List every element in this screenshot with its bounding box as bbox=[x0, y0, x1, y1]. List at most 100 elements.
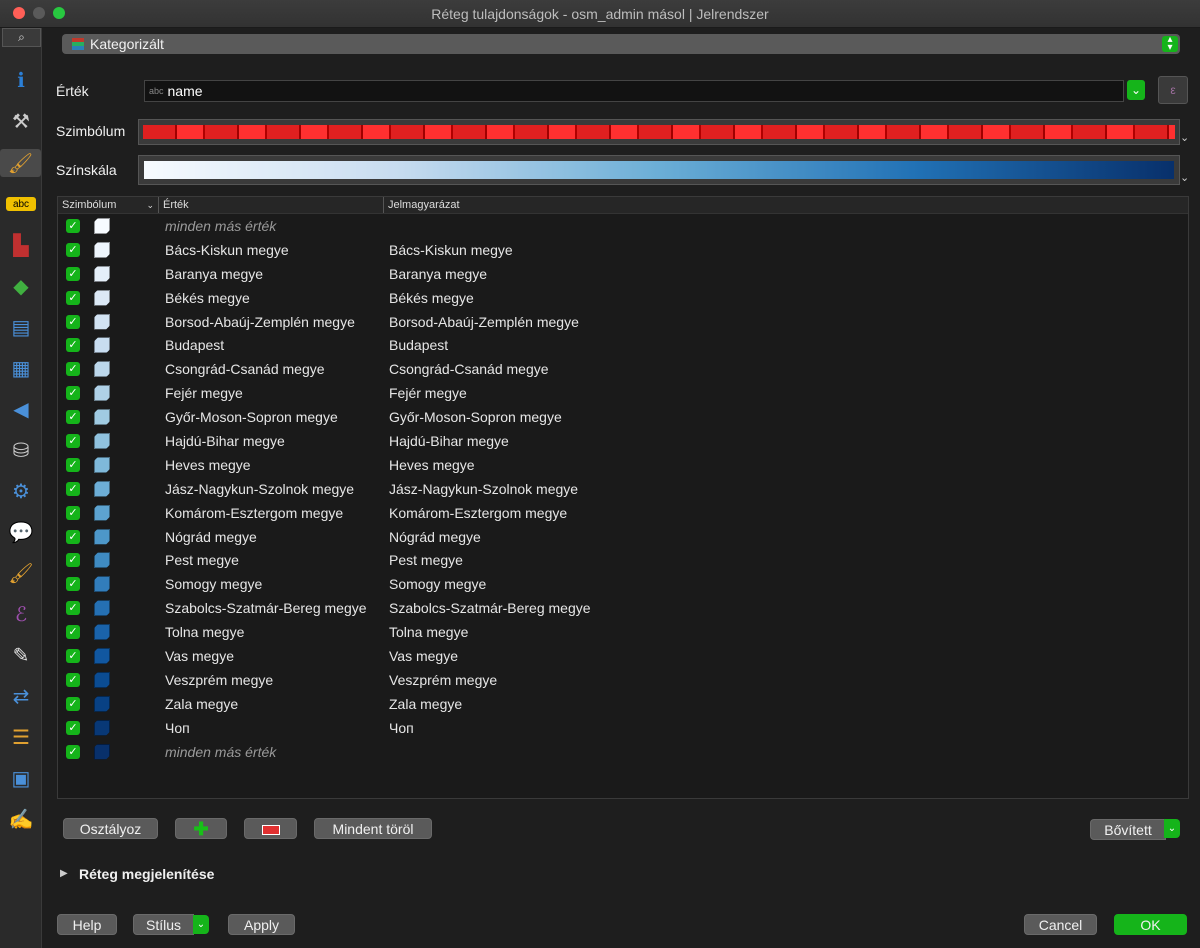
checkbox-checked-icon[interactable]: ✓ bbox=[66, 720, 80, 735]
cell-value[interactable]: Bács-Kiskun megye bbox=[165, 242, 289, 258]
header-value[interactable]: Érték bbox=[158, 197, 383, 213]
symbol-swatch[interactable] bbox=[94, 552, 110, 569]
cell-value[interactable]: Nógrád megye bbox=[165, 529, 257, 545]
table-row[interactable]: ✓ Bács-Kiskun megye Bács-Kiskun megye bbox=[58, 238, 1188, 262]
fields-icon[interactable]: ▤ bbox=[6, 313, 36, 341]
cell-legend[interactable]: Fejér megye bbox=[389, 385, 467, 401]
value-field-select[interactable]: abc name bbox=[144, 80, 1124, 102]
checkbox-checked-icon[interactable]: ✓ bbox=[66, 744, 80, 759]
expand-triangle-icon[interactable]: ▶ bbox=[60, 868, 68, 879]
symbol-swatch[interactable] bbox=[94, 217, 110, 234]
checkbox-checked-icon[interactable]: ✓ bbox=[66, 338, 80, 353]
cell-value[interactable]: Vas megye bbox=[165, 648, 234, 664]
cell-legend[interactable]: Budapest bbox=[389, 337, 448, 353]
table-row[interactable]: ✓ Чоп Чоп bbox=[58, 716, 1188, 740]
qgis-server-icon[interactable]: ▣ bbox=[6, 764, 36, 792]
layer-rendering-section[interactable]: Réteg megjelenítése bbox=[79, 866, 214, 882]
symbol-swatch[interactable] bbox=[94, 289, 110, 306]
symbol-swatch[interactable] bbox=[94, 456, 110, 473]
cell-value[interactable]: Heves megye bbox=[165, 457, 251, 473]
cell-legend[interactable]: Bács-Kiskun megye bbox=[389, 242, 513, 258]
display-icon[interactable]: 💬 bbox=[6, 518, 36, 546]
table-row[interactable]: ✓ Békés megye Békés megye bbox=[58, 286, 1188, 310]
style-dropdown-icon[interactable]: ⌄ bbox=[193, 915, 209, 934]
symbol-swatch[interactable] bbox=[94, 337, 110, 354]
cell-legend[interactable]: Somogy megye bbox=[389, 576, 486, 592]
cell-legend[interactable]: Vas megye bbox=[389, 648, 458, 664]
header-symbol[interactable]: Szimbólum ⌄ bbox=[58, 197, 158, 213]
table-row[interactable]: ✓ Szabolcs-Szatmár-Bereg megye Szabolcs-Sz… bbox=[58, 596, 1188, 620]
checkbox-checked-icon[interactable]: ✓ bbox=[66, 314, 80, 329]
checkbox-checked-icon[interactable]: ✓ bbox=[66, 362, 80, 377]
cell-legend[interactable]: Borsod-Abaúj-Zemplén megye bbox=[389, 314, 579, 330]
actions-icon[interactable]: ⚙ bbox=[6, 477, 36, 505]
cell-legend[interactable]: Veszprém megye bbox=[389, 672, 497, 688]
delete-all-button[interactable]: Mindent töröl bbox=[314, 818, 432, 839]
ok-button[interactable]: OK bbox=[1114, 914, 1187, 935]
table-row[interactable]: ✓ Jász-Nagykun-Szolnok megye Jász-Nagykun-… bbox=[58, 477, 1188, 501]
checkbox-checked-icon[interactable]: ✓ bbox=[66, 290, 80, 305]
joins-icon[interactable]: ◀ bbox=[6, 395, 36, 423]
cell-legend[interactable]: Győr-Moson-Sopron megye bbox=[389, 409, 562, 425]
symbol-swatch[interactable] bbox=[94, 480, 110, 497]
cell-legend[interactable]: Nógrád megye bbox=[389, 529, 481, 545]
cell-legend[interactable]: Csongrád-Csanád megye bbox=[389, 361, 549, 377]
table-row[interactable]: ✓ Vas megye Vas megye bbox=[58, 644, 1188, 668]
cell-legend[interactable]: Tolna megye bbox=[389, 624, 468, 640]
dependencies-icon[interactable]: ⇄ bbox=[6, 682, 36, 710]
cell-legend[interactable]: Komárom-Esztergom megye bbox=[389, 505, 567, 521]
table-row[interactable]: ✓ Baranya megye Baranya megye bbox=[58, 262, 1188, 286]
symbol-swatch[interactable] bbox=[94, 528, 110, 545]
advanced-button[interactable]: Bővített bbox=[1090, 819, 1166, 840]
table-row[interactable]: ✓ Győr-Moson-Sopron megye Győr-Moson-Sopro… bbox=[58, 405, 1188, 429]
symbol-swatch[interactable] bbox=[94, 361, 110, 378]
checkbox-checked-icon[interactable]: ✓ bbox=[66, 529, 80, 544]
table-row[interactable]: ✓ Borsod-Abaúj-Zemplén megye Borsod-Abaúj-… bbox=[58, 310, 1188, 334]
expression-button[interactable]: ε bbox=[1158, 76, 1188, 104]
table-row[interactable]: ✓ Pest megye Pest megye bbox=[58, 548, 1188, 572]
symbol-swatch[interactable] bbox=[94, 719, 110, 736]
checkbox-checked-icon[interactable]: ✓ bbox=[66, 433, 80, 448]
diagrams-icon[interactable]: ▙ bbox=[6, 231, 36, 259]
checkbox-checked-icon[interactable]: ✓ bbox=[66, 410, 80, 425]
symbol-swatch[interactable] bbox=[94, 385, 110, 402]
table-row[interactable]: ✓ Heves megye Heves megye bbox=[58, 453, 1188, 477]
rendering-icon[interactable]: 🖌 bbox=[6, 559, 36, 587]
table-row[interactable]: ✓ Csongrád-Csanád megye Csongrád-Csanád me… bbox=[58, 357, 1188, 381]
cell-value[interactable]: Szabolcs-Szatmár-Bereg megye bbox=[165, 600, 367, 616]
symbol-swatch[interactable] bbox=[94, 265, 110, 282]
checkbox-checked-icon[interactable]: ✓ bbox=[66, 242, 80, 257]
style-button[interactable]: Stílus bbox=[133, 914, 194, 935]
symbol-swatch[interactable] bbox=[94, 743, 110, 760]
checkbox-checked-icon[interactable]: ✓ bbox=[66, 218, 80, 233]
cell-value[interactable]: Чоп bbox=[165, 720, 190, 736]
cell-value[interactable]: Borsod-Abaúj-Zemplén megye bbox=[165, 314, 355, 330]
labels-icon[interactable]: abc bbox=[6, 197, 36, 211]
cell-legend[interactable]: Hajdú-Bihar megye bbox=[389, 433, 509, 449]
cell-legend[interactable]: Pest megye bbox=[389, 552, 463, 568]
symbol-swatch[interactable] bbox=[94, 624, 110, 641]
table-row[interactable]: ✓ minden más érték bbox=[58, 740, 1188, 764]
checkbox-checked-icon[interactable]: ✓ bbox=[66, 625, 80, 640]
symbology-icon[interactable]: 🖌 bbox=[0, 149, 41, 177]
classify-button[interactable]: Osztályoz bbox=[63, 818, 158, 839]
cell-value[interactable]: Komárom-Esztergom megye bbox=[165, 505, 343, 521]
cell-value[interactable]: Hajdú-Bihar megye bbox=[165, 433, 285, 449]
cell-value[interactable]: Győr-Moson-Sopron megye bbox=[165, 409, 338, 425]
symbol-swatch[interactable] bbox=[94, 647, 110, 664]
cancel-button[interactable]: Cancel bbox=[1024, 914, 1097, 935]
cell-legend[interactable]: Szabolcs-Szatmár-Bereg megye bbox=[389, 600, 591, 616]
delete-category-button[interactable] bbox=[244, 818, 297, 839]
cell-value[interactable]: Jász-Nagykun-Szolnok megye bbox=[165, 481, 354, 497]
checkbox-checked-icon[interactable]: ✓ bbox=[66, 457, 80, 472]
table-row[interactable]: ✓ Nógrád megye Nógrád megye bbox=[58, 525, 1188, 549]
cell-legend[interactable]: Чоп bbox=[389, 720, 414, 736]
symbol-swatch[interactable] bbox=[94, 695, 110, 712]
renderer-select[interactable]: Kategorizált ▴ ▾ bbox=[62, 34, 1180, 54]
add-category-button[interactable]: ✚ bbox=[175, 818, 227, 839]
checkbox-checked-icon[interactable]: ✓ bbox=[66, 481, 80, 496]
cell-value[interactable]: Zala megye bbox=[165, 696, 238, 712]
apply-button[interactable]: Apply bbox=[228, 914, 295, 935]
color-ramp-button[interactable] bbox=[138, 155, 1180, 185]
cell-value[interactable]: minden más érték bbox=[165, 218, 276, 234]
